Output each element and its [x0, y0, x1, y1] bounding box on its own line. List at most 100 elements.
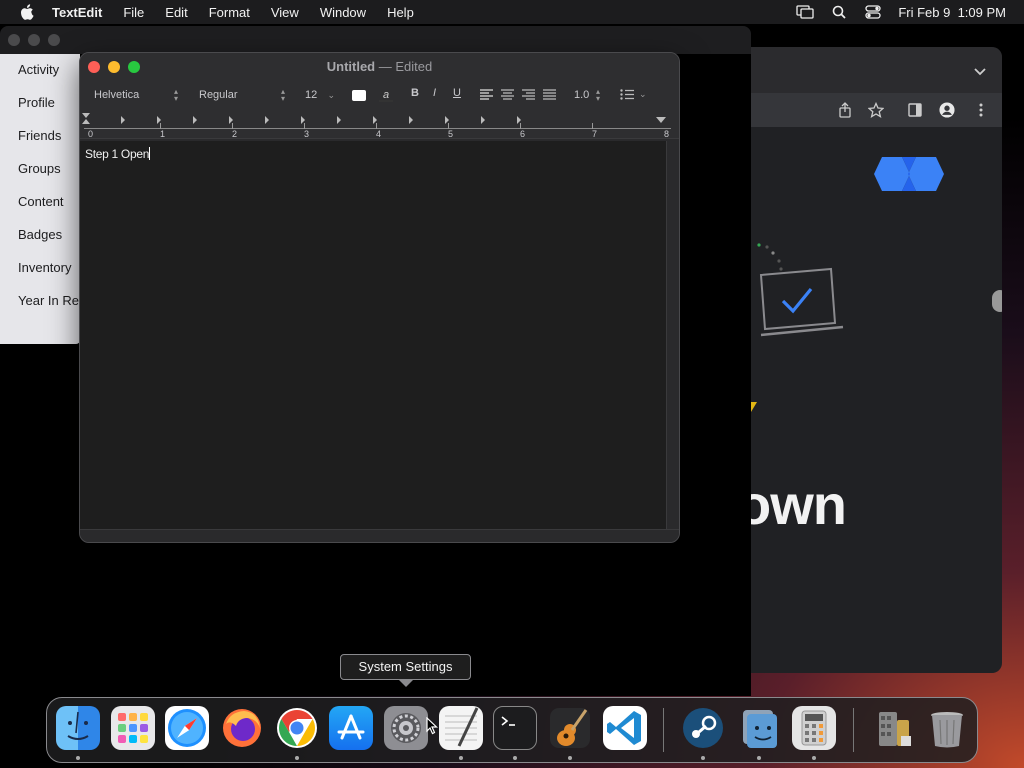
- tab-stop-icon[interactable]: [265, 116, 269, 124]
- dock-separator: [663, 708, 664, 752]
- running-indicator: [568, 756, 572, 760]
- text-color-well[interactable]: [352, 90, 366, 101]
- downloads-stack-icon[interactable]: [871, 706, 915, 750]
- brand-logo-icon: [872, 157, 946, 196]
- running-indicator: [295, 756, 299, 760]
- ruler-number: 8: [664, 129, 670, 139]
- list-style-select[interactable]: ⌄: [620, 89, 647, 100]
- tab-stop-icon[interactable]: [409, 116, 413, 124]
- font-family-value: Helvetica: [94, 89, 140, 101]
- sidebar-item-year-in-review[interactable]: Year In Re: [18, 293, 80, 308]
- ruler-tick: [160, 123, 161, 129]
- sidebar-item-badges[interactable]: Badges: [18, 227, 80, 242]
- align-right-icon[interactable]: [522, 89, 535, 103]
- sidebar-item-profile[interactable]: Profile: [18, 95, 80, 110]
- apple-menu-icon[interactable]: [18, 3, 36, 21]
- browser-toolbar: [751, 93, 1002, 127]
- screen-mirroring-icon[interactable]: [796, 5, 814, 19]
- menu-edit[interactable]: Edit: [165, 5, 187, 20]
- spotlight-search-icon[interactable]: [830, 5, 848, 19]
- tab-stop-icon[interactable]: [337, 116, 341, 124]
- vscode-icon[interactable]: [603, 706, 647, 750]
- zoom-button-inactive[interactable]: [48, 34, 60, 46]
- launchpad-icon[interactable]: [111, 706, 155, 750]
- italic-button[interactable]: I: [433, 87, 436, 99]
- highlight-color-icon[interactable]: a: [379, 89, 393, 102]
- tab-search-chevron-icon[interactable]: [974, 63, 986, 79]
- bookmark-star-icon[interactable]: [868, 102, 884, 118]
- menu-help[interactable]: Help: [387, 5, 414, 20]
- sidebar-item-friends[interactable]: Friends: [18, 128, 80, 143]
- align-left-icon[interactable]: [480, 89, 493, 103]
- close-button-inactive[interactable]: [8, 34, 20, 46]
- dock: [46, 697, 978, 763]
- minimize-button-inactive[interactable]: [28, 34, 40, 46]
- font-family-select[interactable]: Helvetica ▴ ▾: [90, 86, 182, 104]
- bold-button[interactable]: B: [411, 87, 419, 99]
- menu-file[interactable]: File: [123, 5, 144, 20]
- profile-avatar-icon[interactable]: [939, 102, 955, 118]
- first-line-indent-marker[interactable]: [82, 113, 90, 118]
- vertical-scrollbar[interactable]: [666, 141, 679, 529]
- garageband-icon[interactable]: [548, 706, 592, 750]
- calculator-icon[interactable]: [792, 706, 836, 750]
- running-indicator: [76, 756, 80, 760]
- safari-icon[interactable]: [165, 706, 209, 750]
- tab-stop-icon[interactable]: [121, 116, 125, 124]
- app-store-icon[interactable]: [329, 706, 373, 750]
- font-style-value: Regular: [199, 89, 238, 101]
- document-text-area[interactable]: Step 1 Open: [80, 141, 666, 529]
- trash-icon[interactable]: [925, 706, 969, 750]
- menu-clock[interactable]: Fri Feb 9 1:09 PM: [898, 5, 1006, 20]
- left-indent-marker[interactable]: [82, 119, 90, 124]
- sidebar-item-content[interactable]: Content: [18, 194, 80, 209]
- text-cursor: [149, 147, 151, 160]
- menu-app-name[interactable]: TextEdit: [52, 5, 102, 20]
- profile-sidebar: Activity Profile Friends Groups Content …: [0, 54, 80, 344]
- textedit-titlebar[interactable]: Untitled — Edited: [80, 53, 679, 81]
- document-status: Edited: [395, 59, 433, 74]
- ruler-tick: [376, 123, 377, 129]
- menu-view[interactable]: View: [271, 5, 299, 20]
- underline-button[interactable]: U: [453, 87, 461, 99]
- system-settings-icon[interactable]: [384, 706, 428, 750]
- sidebar-item-activity[interactable]: Activity: [18, 62, 80, 77]
- chevron-down-icon: ⌄: [639, 89, 647, 99]
- horizontal-scrollbar[interactable]: [80, 529, 679, 542]
- menu-format[interactable]: Format: [209, 5, 250, 20]
- terminal-icon[interactable]: [493, 706, 537, 750]
- preview-finder-icon[interactable]: [737, 706, 781, 750]
- right-indent-marker[interactable]: [656, 117, 666, 123]
- chevron-down-icon: ⌄: [327, 89, 335, 100]
- ruler-number: 1: [160, 129, 166, 139]
- line-spacing-select[interactable]: 1.0 ▴ ▾: [570, 86, 604, 104]
- firefox-icon[interactable]: [220, 706, 264, 750]
- ruler-tick: [304, 123, 305, 129]
- tab-stop-icon[interactable]: [481, 116, 485, 124]
- sidebar-item-inventory[interactable]: Inventory: [18, 260, 80, 275]
- finder-icon[interactable]: [56, 706, 100, 750]
- textedit-icon[interactable]: [439, 706, 483, 750]
- browser-menu-icon[interactable]: [973, 102, 989, 118]
- side-panel-icon[interactable]: [907, 102, 923, 118]
- document-text[interactable]: Step 1 Open: [85, 147, 151, 161]
- browser-tab-bar: [751, 47, 1002, 93]
- ruler[interactable]: 0 1 2 3 4 5 6 7 8: [80, 109, 679, 139]
- mouse-pointer-icon: [426, 716, 439, 740]
- control-center-icon[interactable]: [864, 5, 882, 19]
- ruler-number: 3: [304, 129, 310, 139]
- font-style-select[interactable]: Regular ▴ ▾: [195, 86, 289, 104]
- document-content: Step 1 Open: [85, 147, 150, 161]
- chrome-icon[interactable]: [275, 706, 319, 750]
- share-icon[interactable]: [837, 102, 853, 118]
- align-justify-icon[interactable]: [543, 89, 556, 103]
- tab-stop-icon[interactable]: [193, 116, 197, 124]
- scroll-handle[interactable]: [992, 290, 1002, 312]
- menu-window[interactable]: Window: [320, 5, 366, 20]
- browser-window: own: [751, 47, 1002, 673]
- steam-icon[interactable]: [681, 706, 725, 750]
- font-size-select[interactable]: 12 ⌄: [301, 86, 339, 104]
- align-center-icon[interactable]: [501, 89, 514, 103]
- decor-shape: [751, 402, 757, 412]
- sidebar-item-groups[interactable]: Groups: [18, 161, 80, 176]
